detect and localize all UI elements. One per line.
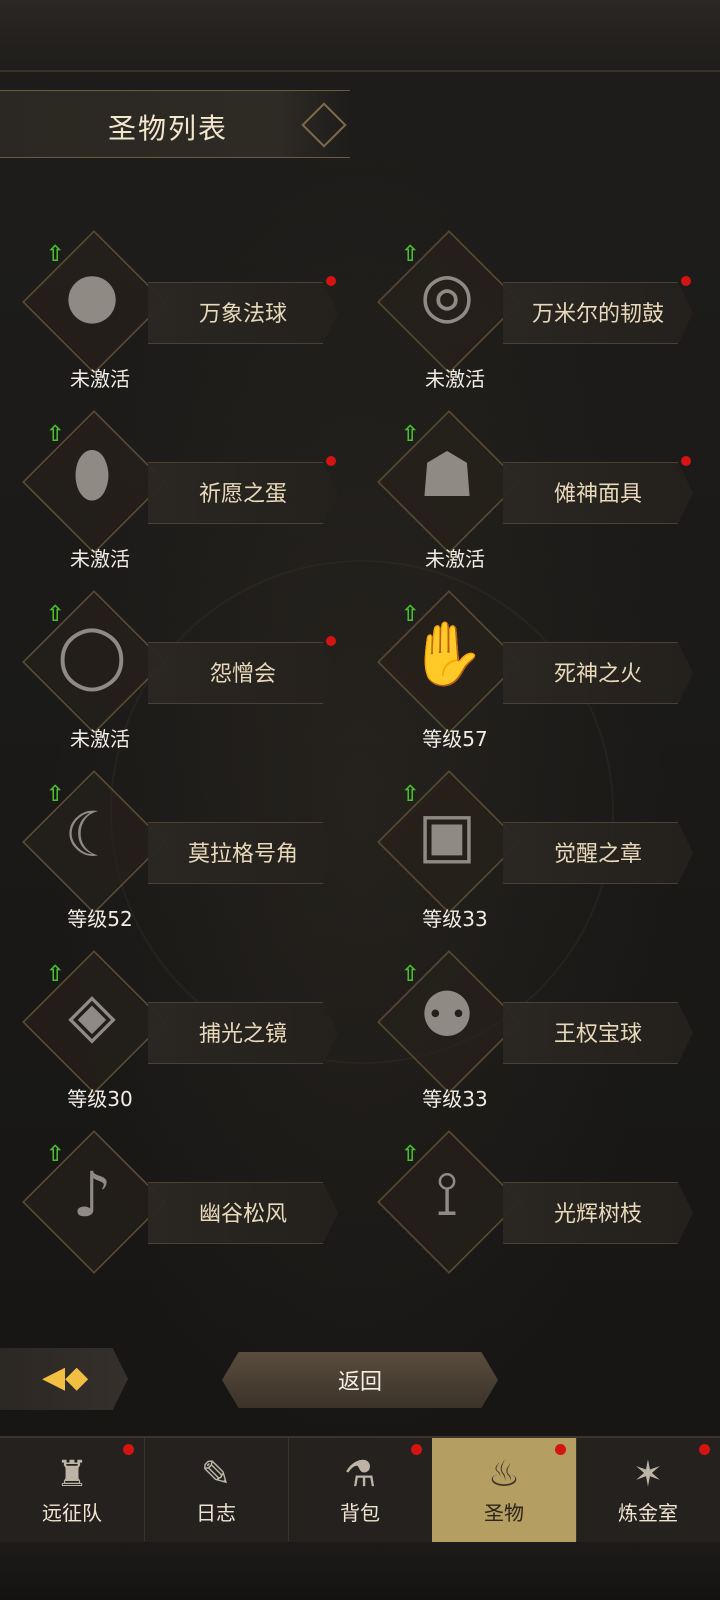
relic-status: 未激活 [70, 367, 130, 391]
notification-dot [123, 1444, 134, 1455]
relic-item[interactable]: ◯ ⇧ 怨憎会 未激活 [8, 590, 348, 751]
relic-name: 捕光之镜 [198, 1022, 287, 1047]
relic-item[interactable]: ⟟ ⇧ 光辉树枝 [363, 1130, 703, 1290]
tab-icon: ✶ [632, 1454, 664, 1495]
upgrade-arrow-icon: ⇧ [46, 1142, 65, 1167]
relic-item[interactable]: ☗ ⇧ 傩神面具 未激活 [363, 410, 703, 571]
upgrade-arrow-icon: ⇧ [401, 602, 420, 627]
diamond-ornament-icon [301, 102, 347, 148]
upgrade-arrow-icon: ⇧ [46, 962, 65, 987]
tab-0[interactable]: ♜ 远征队 [0, 1438, 145, 1542]
relic-name: 祈愿之蛋 [198, 482, 287, 507]
relic-grid[interactable]: ● ⇧ 万象法球 未激活 ◎ ⇧ 万米尔的韧鼓 未激活 ⬮ ⇧ 祈愿之蛋 未激活 ☗ ⇧ 傩神面具 未激活 ◯ ⇧… [0, 230, 720, 1290]
notification-dot [681, 456, 691, 466]
relic-status: 等级30 [67, 1087, 133, 1111]
relic-name: 怨憎会 [209, 662, 276, 687]
notification-dot [681, 276, 691, 286]
upgrade-arrow-icon: ⇧ [401, 962, 420, 987]
relic-status: 等级52 [67, 907, 133, 931]
upgrade-arrow-icon: ⇧ [46, 242, 65, 267]
tab-label: 日志 [196, 1501, 236, 1525]
relic-item[interactable]: ☾ ⇧ 莫拉格号角 等级52 [8, 770, 348, 931]
relic-status: 未激活 [425, 367, 485, 391]
relic-status: 等级33 [422, 1087, 488, 1111]
notification-dot [326, 456, 336, 466]
relic-name: 王权宝球 [553, 1022, 642, 1047]
tab-icon: ✎ [200, 1454, 232, 1495]
relic-status: 等级33 [422, 907, 488, 931]
upgrade-arrow-icon: ⇧ [401, 782, 420, 807]
notification-dot [326, 636, 336, 646]
notification-dot [411, 1444, 422, 1455]
relic-item[interactable]: ⚉ ⇧ 王权宝球 等级33 [363, 950, 703, 1111]
relic-name: 万米尔的韧鼓 [531, 302, 664, 327]
relic-item[interactable]: ● ⇧ 万象法球 未激活 [8, 230, 348, 391]
tab-icon: ⚗ [343, 1454, 377, 1495]
tab-4[interactable]: ✶ 炼金室 [576, 1438, 720, 1542]
relic-name: 傩神面具 [553, 482, 642, 507]
return-button[interactable]: 返回 [222, 1352, 498, 1408]
relic-name: 万象法球 [198, 302, 287, 327]
relic-item[interactable]: ▣ ⇧ 觉醒之章 等级33 [363, 770, 703, 931]
tab-label: 圣物 [484, 1501, 524, 1525]
tab-label: 远征队 [42, 1501, 102, 1525]
relic-name: 死神之火 [553, 662, 642, 687]
top-band [0, 0, 720, 72]
relic-name: 觉醒之章 [553, 842, 642, 867]
upgrade-arrow-icon: ⇧ [401, 242, 420, 267]
page-title: 圣物列表 [108, 112, 229, 145]
relic-name: 幽谷松风 [198, 1202, 287, 1227]
upgrade-arrow-icon: ⇧ [401, 422, 420, 447]
tab-2[interactable]: ⚗ 背包 [288, 1438, 433, 1542]
tab-3[interactable]: ♨ 圣物 [432, 1438, 577, 1542]
notification-dot [326, 276, 336, 286]
bottom-nav: ♜ 远征队 ✎ 日志 ⚗ 背包 ♨ 圣物 ✶ 炼金室 [0, 1436, 720, 1544]
upgrade-arrow-icon: ⇧ [401, 1142, 420, 1167]
bottom-band [0, 1542, 720, 1600]
tab-label: 炼金室 [618, 1501, 678, 1525]
title-banner: 圣物列表 [0, 90, 350, 158]
relic-status: 等级57 [422, 727, 488, 751]
relic-item[interactable]: ◎ ⇧ 万米尔的韧鼓 未激活 [363, 230, 703, 391]
notification-dot [555, 1444, 566, 1455]
arrow-left-icon: ◀◆ [42, 1360, 89, 1395]
upgrade-arrow-icon: ⇧ [46, 422, 65, 447]
relic-item[interactable]: ◈ ⇧ 捕光之镜 等级30 [8, 950, 348, 1111]
tab-icon: ♜ [55, 1454, 89, 1495]
return-label: 返回 [337, 1370, 382, 1395]
relic-item[interactable]: ✋ ⇧ 死神之火 等级57 [363, 590, 703, 751]
relic-status: 未激活 [425, 547, 485, 571]
back-arrow-button[interactable]: ◀◆ [0, 1348, 128, 1410]
relic-item[interactable]: ⬮ ⇧ 祈愿之蛋 未激活 [8, 410, 348, 571]
upgrade-arrow-icon: ⇧ [46, 782, 65, 807]
tab-1[interactable]: ✎ 日志 [144, 1438, 289, 1542]
notification-dot [699, 1444, 710, 1455]
relic-item[interactable]: ♪ ⇧ 幽谷松风 [8, 1130, 348, 1290]
relic-status: 未激活 [70, 547, 130, 571]
relic-name: 光辉树枝 [553, 1202, 642, 1227]
tab-icon: ♨ [487, 1454, 521, 1495]
relic-status: 未激活 [70, 727, 130, 751]
tab-label: 背包 [340, 1501, 380, 1525]
upgrade-arrow-icon: ⇧ [46, 602, 65, 627]
relic-name: 莫拉格号角 [187, 842, 298, 867]
